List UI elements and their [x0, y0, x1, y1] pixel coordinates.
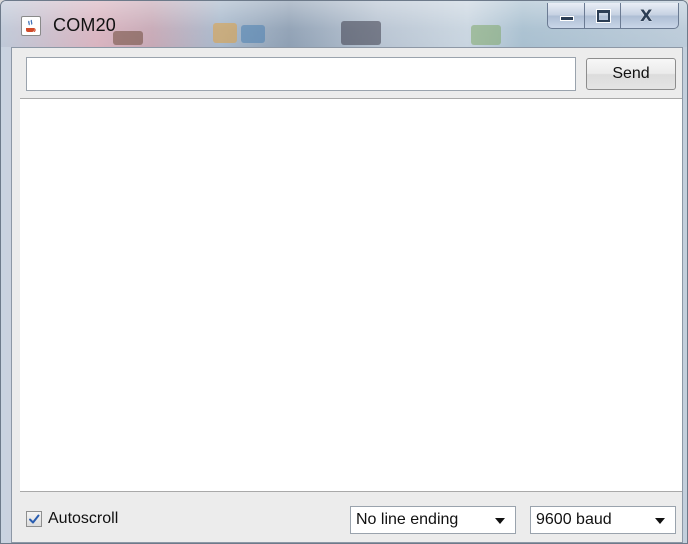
close-icon: X	[640, 6, 653, 25]
background-blur-decoration	[213, 23, 237, 43]
java-cup-icon[interactable]	[21, 16, 41, 36]
maximize-button[interactable]	[585, 3, 621, 29]
line-ending-select[interactable]: No line ending	[350, 506, 516, 534]
send-input[interactable]	[26, 57, 576, 91]
background-blur-decoration	[341, 21, 381, 45]
close-button[interactable]: X	[621, 3, 679, 29]
bottom-bar: Autoscroll No line ending 9600 baud	[12, 492, 682, 542]
serial-output-area[interactable]	[20, 98, 682, 492]
send-button[interactable]: Send	[586, 58, 676, 90]
minimize-button[interactable]	[547, 3, 585, 29]
window-title: COM20	[53, 15, 117, 35]
background-blur-decoration	[471, 25, 501, 45]
maximize-icon	[597, 10, 610, 22]
checkmark-icon	[29, 514, 40, 524]
autoscroll-option[interactable]: Autoscroll	[26, 510, 118, 528]
send-row: Send	[12, 48, 682, 98]
baud-rate-select[interactable]: 9600 baud	[530, 506, 676, 534]
minimize-icon	[561, 17, 573, 20]
serial-monitor-window: COM20 X Send Autoscroll No line ending 9…	[0, 0, 688, 544]
background-blur-decoration	[113, 31, 143, 45]
autoscroll-checkbox[interactable]	[26, 511, 42, 527]
caption-buttons: X	[547, 3, 679, 29]
title-bar[interactable]: COM20 X	[1, 1, 687, 47]
line-ending-value: No line ending	[356, 511, 459, 528]
baud-rate-value: 9600 baud	[536, 511, 612, 528]
client-area: Send Autoscroll No line ending 9600 baud	[11, 47, 683, 543]
dropdown-arrow-icon	[655, 518, 665, 524]
autoscroll-label: Autoscroll	[48, 510, 119, 527]
background-blur-decoration	[241, 25, 265, 43]
dropdown-arrow-icon	[495, 518, 505, 524]
